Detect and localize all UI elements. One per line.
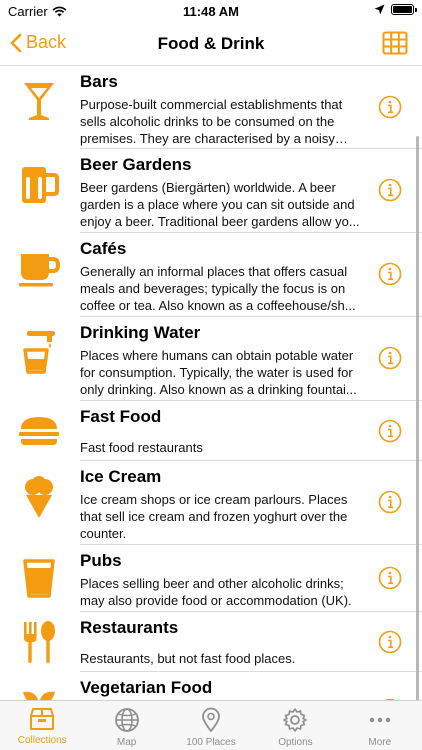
item-title: Ice Cream bbox=[80, 467, 162, 486]
info-icon[interactable] bbox=[378, 178, 402, 202]
info-icon[interactable] bbox=[378, 419, 402, 443]
tab-label: Map bbox=[116, 737, 137, 748]
collections-box-icon bbox=[30, 708, 55, 730]
tab-bar: Collections Map 100 Places Options More bbox=[0, 700, 422, 750]
item-title: Beer Gardens bbox=[80, 155, 192, 174]
item-description: Restaurants, but not fast food places. bbox=[80, 651, 296, 666]
globe-icon bbox=[114, 708, 139, 732]
chevron-left-icon bbox=[10, 33, 22, 52]
item-title: Fast Food bbox=[80, 407, 162, 426]
more-dots-icon bbox=[369, 717, 391, 723]
item-description: Beer gardens (Biergärten) worldwide. A b… bbox=[80, 180, 360, 229]
item-title: Bars bbox=[80, 72, 118, 91]
battery-level bbox=[393, 6, 412, 13]
info-icon[interactable] bbox=[378, 490, 402, 514]
tab-more[interactable]: More bbox=[338, 701, 422, 750]
list-item-fast-food[interactable]: Fast Food Fast food restaurants bbox=[0, 401, 422, 461]
back-label: Back bbox=[26, 32, 67, 52]
list-item-pubs[interactable]: Pubs Places selling beer and other alcoh… bbox=[0, 545, 422, 612]
tab-label: More bbox=[368, 737, 392, 748]
item-description: Places selling beer and other alcoholic … bbox=[80, 576, 352, 608]
tab-label: Collections bbox=[17, 735, 67, 746]
list-item-bars[interactable]: Bars Purpose-built commercial establishm… bbox=[0, 66, 422, 149]
tab-collections[interactable]: Collections bbox=[0, 701, 84, 750]
beer-mug-icon bbox=[12, 160, 66, 208]
grid-view-button[interactable] bbox=[382, 31, 408, 60]
list-item-drinking-water[interactable]: Drinking Water Places where humans can o… bbox=[0, 317, 422, 401]
item-title: Pubs bbox=[80, 551, 122, 570]
ice-cream-icon bbox=[12, 473, 66, 521]
item-description: Generally an informal places that offers… bbox=[80, 264, 356, 313]
category-list[interactable]: Bars Purpose-built commercial establishm… bbox=[0, 66, 422, 700]
battery-icon bbox=[391, 4, 417, 15]
list-item-ice-cream[interactable]: Ice Cream Ice cream shops or ice cream p… bbox=[0, 461, 422, 545]
item-title: Cafés bbox=[80, 239, 127, 258]
back-button[interactable]: Back bbox=[10, 32, 66, 53]
scroll-indicator[interactable] bbox=[416, 136, 419, 700]
navigation-bar: Back Food & Drink bbox=[0, 22, 422, 66]
cocktail-glass-icon bbox=[12, 77, 66, 125]
tab-options[interactable]: Options bbox=[253, 701, 337, 750]
burger-icon bbox=[12, 407, 66, 455]
tab-map[interactable]: Map bbox=[84, 701, 168, 750]
tab-label: 100 Places bbox=[186, 737, 236, 748]
item-description: Fast food restaurants bbox=[80, 440, 203, 455]
status-bar: Carrier 11:48 AM bbox=[0, 0, 422, 22]
info-icon[interactable] bbox=[378, 95, 402, 119]
tab-100-places[interactable]: 100 Places bbox=[169, 701, 253, 750]
water-tap-icon bbox=[12, 327, 66, 375]
info-icon[interactable] bbox=[378, 262, 402, 286]
item-description: Places where humans can obtain potable w… bbox=[80, 348, 357, 397]
item-title: Restaurants bbox=[80, 618, 179, 637]
list-item-vegetarian-food[interactable]: Vegetarian Food bbox=[0, 672, 422, 700]
location-pin-icon bbox=[202, 707, 220, 732]
coffee-cup-icon bbox=[12, 244, 66, 292]
leaf-icon bbox=[12, 680, 66, 700]
list-item-cafes[interactable]: Cafés Generally an informal places that … bbox=[0, 233, 422, 317]
tab-label: Options bbox=[278, 737, 313, 748]
info-icon[interactable] bbox=[378, 566, 402, 590]
item-description: Purpose-built commercial establishments … bbox=[80, 97, 343, 146]
grid-icon bbox=[382, 31, 408, 55]
location-arrow-icon bbox=[374, 4, 385, 15]
item-title: Vegetarian Food bbox=[80, 678, 213, 697]
item-title: Drinking Water bbox=[80, 323, 201, 342]
list-item-beer-gardens[interactable]: Beer Gardens Beer gardens (Biergärten) w… bbox=[0, 149, 422, 233]
list-item-restaurants[interactable]: Restaurants Restaurants, but not fast fo… bbox=[0, 612, 422, 672]
status-right bbox=[374, 4, 417, 15]
info-icon[interactable] bbox=[378, 346, 402, 370]
gear-icon bbox=[283, 708, 308, 732]
info-icon[interactable] bbox=[378, 630, 402, 654]
pint-glass-icon bbox=[12, 554, 66, 602]
status-time: 11:48 AM bbox=[183, 4, 239, 19]
item-description: Ice cream shops or ice cream parlours. P… bbox=[80, 492, 348, 541]
fork-spoon-icon bbox=[12, 618, 66, 666]
